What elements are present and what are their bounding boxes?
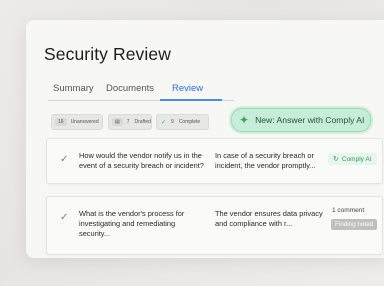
tab-documents[interactable]: Documents xyxy=(106,83,154,94)
check-icon: ✓ xyxy=(161,119,167,126)
check-icon: ✓ xyxy=(60,154,69,165)
question-text: How would the vendor notify us in the ev… xyxy=(79,151,204,170)
comply-ai-tag-label: Comply AI xyxy=(341,155,372,163)
filter-drafted[interactable]: ▤ 7 Drafted xyxy=(108,114,152,130)
comply-ai-tag: ↻ Comply AI xyxy=(328,153,377,165)
answer-text: In case of a security breach or incident… xyxy=(215,151,316,170)
filter-unanswered[interactable]: 16 Unanswered xyxy=(51,114,103,130)
check-icon: ✓ xyxy=(60,212,69,223)
tab-summary[interactable]: Summary xyxy=(53,83,94,94)
document-icon: ▤ xyxy=(112,118,123,126)
security-review-panel: Security Review Summary Documents Review… xyxy=(26,20,384,258)
answer-with-comply-ai-label: New: Answer with Comply AI xyxy=(255,115,365,125)
question-row[interactable]: ✓ What is the vendor's process for inves… xyxy=(46,196,383,255)
status-badge: Finding noted xyxy=(331,219,378,230)
unanswered-count: 16 xyxy=(55,118,67,126)
answer-text: The vendor ensures data privacy and comp… xyxy=(215,209,323,228)
question-row[interactable]: ✓ How would the vendor notify us in the … xyxy=(46,138,383,184)
comment-count[interactable]: 1 comment xyxy=(332,207,364,214)
sparkle-icon: ✦ xyxy=(239,113,250,127)
page-title: Security Review xyxy=(44,44,171,64)
tab-review[interactable]: Review xyxy=(172,83,203,94)
complete-count: 9 xyxy=(171,119,174,125)
drafted-count: 7 xyxy=(126,119,130,125)
active-tab-indicator xyxy=(160,99,222,101)
unanswered-label: Unanswered xyxy=(70,119,99,125)
complete-label: Complete xyxy=(178,119,201,125)
answer-with-comply-ai-button[interactable]: ✦ New: Answer with Comply AI xyxy=(231,108,371,132)
question-text: What is the vendor's process for investi… xyxy=(79,209,185,238)
link-icon: ↻ xyxy=(333,156,339,163)
filter-complete[interactable]: ✓ 9 Complete xyxy=(156,114,209,130)
tab-bar: Summary Documents Review xyxy=(48,82,234,101)
drafted-label: Drafted xyxy=(134,119,151,125)
